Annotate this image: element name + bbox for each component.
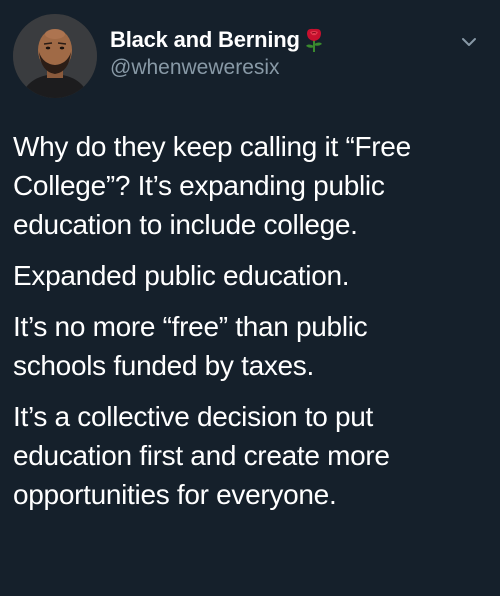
- tweet-paragraph: It’s a collective decision to put educat…: [13, 401, 390, 510]
- tweet-body: Why do they keep calling it “Free Colleg…: [13, 127, 491, 526]
- rose-icon: [302, 27, 326, 53]
- tweet-header: Black and Berning @whenweweresix: [110, 26, 326, 80]
- tweet-paragraph: It’s no more “free” than public schools …: [13, 311, 368, 381]
- user-handle[interactable]: @whenweweresix: [110, 56, 326, 80]
- avatar[interactable]: [13, 14, 97, 98]
- chevron-down-icon[interactable]: [458, 34, 480, 50]
- display-name[interactable]: Black and Berning: [110, 27, 300, 53]
- name-row: Black and Berning: [110, 26, 326, 54]
- tweet-paragraph: Expanded public education.: [13, 260, 350, 291]
- tweet-card: Black and Berning @whenweweresix Why do …: [0, 0, 500, 596]
- tweet-paragraph: Why do they keep calling it “Free Colleg…: [13, 131, 411, 240]
